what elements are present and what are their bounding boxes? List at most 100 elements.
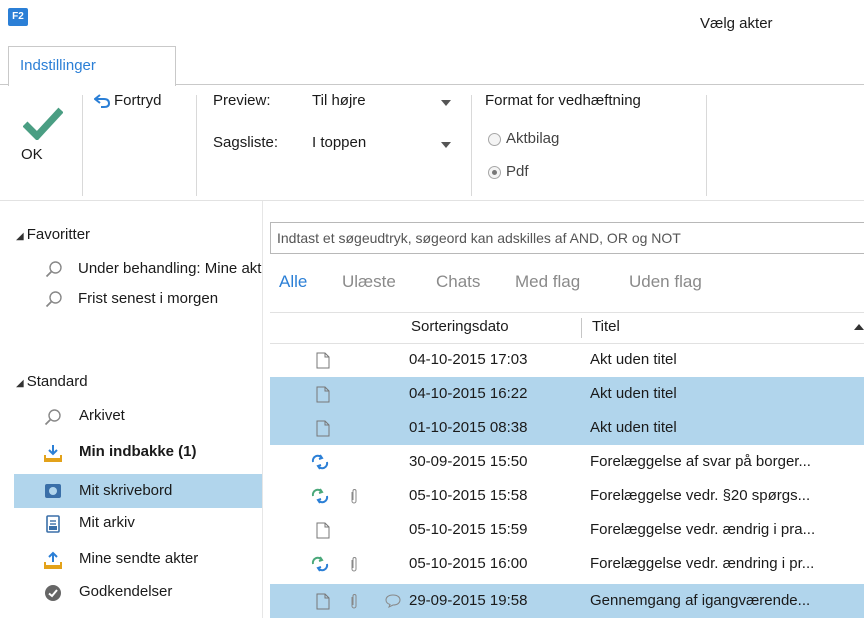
sort-asc-icon (854, 324, 864, 330)
table-row[interactable]: 29-09-2015 19:58 Gennemgang af igangvære… (270, 584, 864, 618)
search-input[interactable] (270, 222, 864, 254)
nav-item-label: Mine sendte akter (79, 550, 199, 567)
filter-tab-ulaeste[interactable]: Ulæste (342, 272, 396, 292)
thread-alt-icon (311, 488, 329, 504)
row-title: Forelæggelse vedr. §20 spørgs... (590, 487, 811, 504)
ribbon-separator (471, 95, 472, 196)
undo-label: Fortryd (114, 92, 162, 109)
document-icon (316, 522, 330, 539)
document-icon (316, 420, 330, 437)
caselist-label: Sagsliste: (213, 134, 279, 151)
nav-item-arkivet[interactable]: Arkivet (14, 401, 262, 431)
favorite-item[interactable]: Frist senest i morgen (14, 284, 262, 314)
inbox-icon (44, 445, 62, 462)
nav-item-label: Arkivet (79, 407, 125, 424)
preview-label: Preview: (213, 92, 271, 109)
table-row[interactable]: 04-10-2015 17:03 Akt uden titel (270, 343, 864, 377)
nav-item-sendte[interactable]: Mine sendte akter (14, 544, 262, 574)
nav-item-arkiv[interactable]: Mit arkiv (14, 508, 262, 538)
radio-label: Pdf (506, 163, 529, 180)
attachment-icon (351, 557, 357, 572)
document-icon (316, 593, 330, 610)
checkmark-icon (23, 107, 63, 140)
chat-icon (385, 594, 401, 609)
list-header (270, 312, 864, 344)
nav-item-label: Godkendelser (79, 583, 173, 600)
search-icon (44, 409, 61, 426)
collapse-triangle-icon: ◢ (16, 231, 24, 242)
row-date: 04-10-2015 17:03 (409, 351, 528, 368)
filter-tab-alle[interactable]: Alle (279, 272, 307, 292)
thread-icon (311, 454, 329, 470)
row-date: 05-10-2015 15:58 (409, 487, 528, 504)
ribbon-separator (196, 95, 197, 196)
nav-item-godkendelser[interactable]: Godkendelser (14, 577, 262, 607)
thread-alt-icon (311, 556, 329, 572)
chevron-down-icon (441, 100, 451, 106)
attachment-icon (351, 594, 357, 609)
favorites-header[interactable]: ◢ Favoritter (16, 226, 90, 243)
document-icon (316, 386, 330, 403)
row-title: Gennemgang af igangværende... (590, 592, 811, 609)
preview-value: Til højre (312, 92, 366, 109)
collapse-triangle-icon: ◢ (16, 378, 24, 389)
ok-button[interactable]: OK (15, 92, 75, 172)
ribbon-separator (82, 95, 83, 196)
search-icon (45, 291, 62, 308)
row-title: Forelæggelse vedr. ændrig i pra... (590, 521, 816, 538)
row-title: Akt uden titel (590, 351, 677, 368)
caselist-value: I toppen (312, 134, 367, 151)
radio-button[interactable] (488, 133, 501, 146)
table-row[interactable]: 01-10-2015 08:38 Akt uden titel (270, 411, 864, 445)
table-row[interactable]: 04-10-2015 16:22 Akt uden titel (270, 377, 864, 411)
row-date: 05-10-2015 15:59 (409, 521, 528, 538)
row-date: 01-10-2015 08:38 (409, 419, 528, 436)
archive-icon (46, 515, 60, 533)
desk-icon (45, 484, 61, 498)
table-row[interactable]: 05-10-2015 15:59 Forelæggelse vedr. ændr… (270, 513, 864, 547)
nav-item-label: Mit skrivebord (79, 482, 173, 499)
table-row[interactable]: 05-10-2015 16:00 Forelæggelse vedr. ændr… (270, 547, 864, 581)
table-row[interactable]: 30-09-2015 15:50 Forelæggelse af svar på… (270, 445, 864, 479)
undo-icon (93, 94, 111, 108)
nav-item-label: Min indbakke (1) (79, 443, 197, 460)
chevron-down-icon (441, 142, 451, 148)
attachment-icon (351, 489, 357, 504)
favorites-header-label: Favoritter (26, 226, 91, 243)
approval-icon (45, 585, 61, 601)
format-label: Format for vedhæftning (485, 92, 641, 109)
nav-item-label: Mit arkiv (79, 514, 135, 531)
undo-button[interactable]: Fortryd (93, 92, 162, 114)
filter-tab-chats[interactable]: Chats (436, 272, 480, 292)
row-title: Forelæggelse af svar på borger... (590, 453, 811, 470)
column-header-title[interactable]: Titel (592, 318, 620, 335)
row-date: 04-10-2015 16:22 (409, 385, 528, 402)
caselist-select[interactable]: I toppen (312, 132, 460, 156)
row-date: 29-09-2015 19:58 (409, 592, 528, 609)
search-icon (45, 261, 62, 278)
favorite-item[interactable]: Under behandling: Mine akter (14, 254, 262, 284)
document-icon (316, 352, 330, 369)
radio-button[interactable] (488, 166, 501, 179)
nav-item-skrivebord[interactable]: Mit skrivebord (14, 474, 262, 508)
filter-tab-uden-flag[interactable]: Uden flag (629, 272, 702, 292)
standard-header[interactable]: ◢ Standard (16, 373, 88, 390)
pane-divider (262, 201, 263, 618)
ok-label: OK (21, 146, 43, 163)
row-title: Forelæggelse vedr. ændring i pr... (590, 555, 815, 572)
ribbon-separator (706, 95, 707, 196)
row-title: Akt uden titel (590, 385, 677, 402)
table-row[interactable]: 05-10-2015 15:58 Forelæggelse vedr. §20 … (270, 479, 864, 513)
favorite-label: Frist senest i morgen (78, 290, 219, 307)
preview-select[interactable]: Til højre (312, 90, 460, 114)
column-separator[interactable] (581, 318, 582, 338)
tab-settings[interactable]: Indstillinger (8, 46, 176, 86)
outbox-icon (44, 551, 62, 569)
nav-item-indbakke[interactable]: Min indbakke (1) (14, 437, 262, 467)
radio-label: Aktbilag (506, 130, 560, 147)
row-date: 30-09-2015 15:50 (409, 453, 528, 470)
column-header-date[interactable]: Sorteringsdato (411, 318, 509, 335)
row-title: Akt uden titel (590, 419, 677, 436)
filter-tab-med-flag[interactable]: Med flag (515, 272, 580, 292)
favorite-label: Under behandling: Mine akter (78, 260, 262, 277)
